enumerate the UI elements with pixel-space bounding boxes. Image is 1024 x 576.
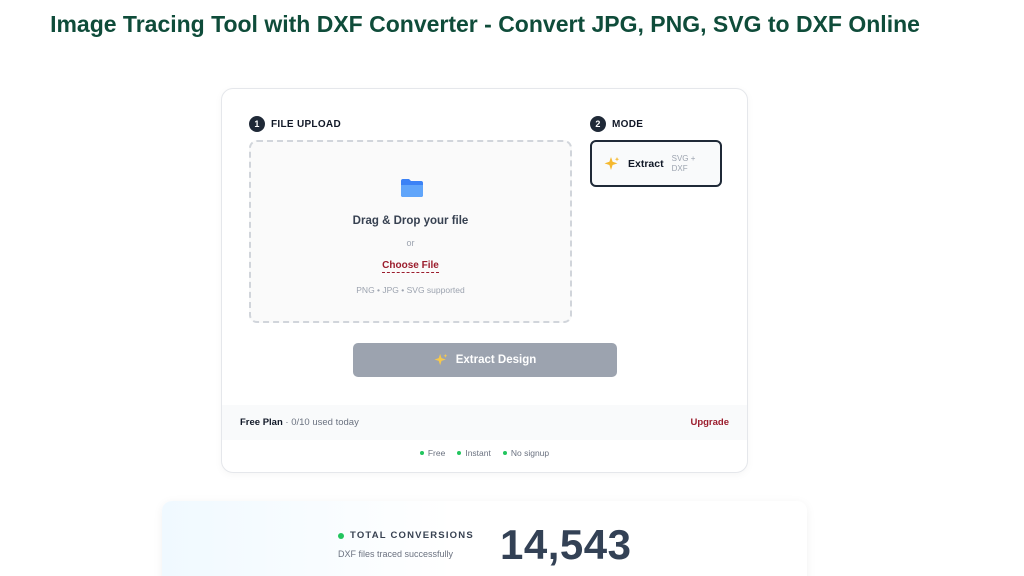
choose-file-button[interactable]: Choose File bbox=[382, 260, 439, 273]
status-dot-icon bbox=[338, 532, 344, 539]
plan-status: Free Plan · 0/10 used today bbox=[240, 417, 359, 428]
plan-usage: · 0/10 used today bbox=[282, 417, 359, 428]
feature-label: Instant bbox=[465, 448, 491, 458]
file-upload-step-label: 1 FILE UPLOAD bbox=[249, 116, 341, 132]
converter-card: 1 FILE UPLOAD Drag & Drop your file or C… bbox=[221, 88, 748, 473]
mode-option-sublabel: SVG + DXF bbox=[671, 153, 696, 173]
dropzone-title: Drag & Drop your file bbox=[352, 215, 469, 227]
plan-name: Free Plan bbox=[240, 417, 283, 428]
sparkle-icon bbox=[604, 156, 620, 170]
green-dot-icon bbox=[457, 451, 462, 455]
step-number-badge: 1 bbox=[249, 116, 265, 132]
dropzone-or-text: or bbox=[406, 238, 415, 248]
page-title: Image Tracing Tool with DXF Converter - … bbox=[50, 11, 920, 37]
stats-label-text: TOTAL CONVERSIONS bbox=[350, 530, 474, 541]
file-upload-heading: FILE UPLOAD bbox=[271, 118, 341, 130]
green-dot-icon bbox=[502, 451, 507, 455]
choose-file-wrapper: Choose File bbox=[251, 260, 570, 273]
extract-design-label: Extract Design bbox=[455, 354, 537, 366]
stats-card: TOTAL CONVERSIONS DXF files traced succe… bbox=[162, 501, 807, 576]
sparkle-icon bbox=[434, 353, 448, 366]
mode-heading: MODE bbox=[612, 118, 644, 130]
mode-option-label: Extract bbox=[628, 157, 664, 170]
stats-label: TOTAL CONVERSIONS bbox=[338, 530, 474, 541]
feature-list: Free Instant No signup bbox=[222, 448, 747, 458]
feature-item: Free bbox=[419, 448, 446, 458]
folder-icon bbox=[401, 179, 423, 197]
supported-formats-hint: PNG • JPG • SVG supported bbox=[356, 285, 465, 295]
feature-label: No signup bbox=[510, 448, 550, 458]
upgrade-link[interactable]: Upgrade bbox=[690, 417, 729, 428]
feature-item: Instant bbox=[457, 448, 491, 458]
file-dropzone[interactable]: Drag & Drop your file or Choose File PNG… bbox=[249, 140, 572, 323]
feature-label: Free bbox=[427, 448, 446, 458]
stats-subtitle: DXF files traced successfully bbox=[338, 549, 454, 559]
total-conversions-count: 14,543 bbox=[500, 521, 632, 568]
extract-mode-option[interactable]: Extract SVG + DXF bbox=[590, 140, 722, 187]
feature-item: No signup bbox=[502, 448, 550, 458]
mode-step-label: 2 MODE bbox=[590, 116, 643, 132]
plan-bar: Free Plan · 0/10 used today Upgrade bbox=[222, 405, 747, 440]
step-number-badge: 2 bbox=[590, 116, 606, 132]
extract-design-button[interactable]: Extract Design bbox=[353, 343, 617, 377]
green-dot-icon bbox=[419, 451, 424, 455]
